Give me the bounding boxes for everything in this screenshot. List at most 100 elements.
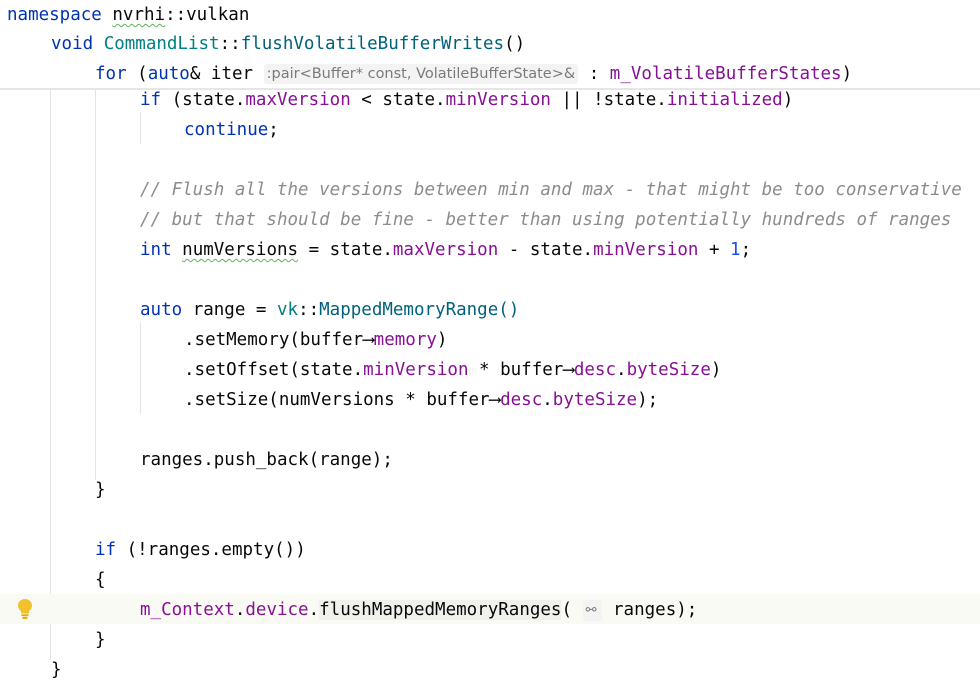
member-field[interactable]: desc	[574, 360, 616, 380]
member-field[interactable]: device	[245, 600, 308, 620]
indent-guide	[140, 322, 141, 414]
keyword: auto	[140, 300, 183, 320]
method-call[interactable]: flushMappedMemoryRanges	[319, 600, 562, 620]
code-line[interactable]: .setSize(numVersions * buffer⟶desc.byteS…	[184, 385, 658, 415]
code-text: )	[782, 90, 794, 110]
member-field[interactable]: minVersion	[593, 240, 698, 260]
member-field[interactable]: initialized	[667, 90, 783, 110]
closing-brace: }	[51, 660, 62, 680]
comment: // but that should be fine - better than…	[140, 210, 952, 230]
indent-guide	[95, 90, 96, 480]
code-text: & iter	[189, 64, 264, 84]
keyword: if	[95, 540, 117, 560]
member-field[interactable]: desc	[500, 390, 542, 410]
keyword: continue	[184, 120, 269, 140]
opening-brace: {	[95, 570, 106, 590]
member-field[interactable]: minVersion	[363, 360, 468, 380]
code-line[interactable]: .setMemory(buffer⟶memory)	[184, 325, 447, 355]
code-text: ranges.push_back(range);	[140, 450, 393, 470]
code-text: )	[841, 64, 853, 84]
code-text: < state.	[350, 90, 446, 110]
code-text: = state.	[298, 240, 393, 260]
code-line[interactable]: if (!ranges.empty())	[95, 535, 306, 565]
arrow-operator: ⟶	[363, 330, 374, 350]
number-literal: 1	[730, 240, 741, 260]
code-text: .setMemory(buffer	[184, 330, 364, 350]
member-field[interactable]: minVersion	[446, 90, 551, 110]
code-text: .	[234, 600, 246, 620]
code-text: (state.	[161, 90, 246, 110]
code-line[interactable]: int numVersions = state.maxVersion - sta…	[140, 235, 751, 265]
code-line[interactable]: }	[95, 625, 106, 655]
code-text: ;	[268, 120, 279, 140]
code-editor[interactable]: namespace nvrhi::vulkan void CommandList…	[0, 0, 980, 694]
code-line[interactable]: continue;	[184, 115, 279, 145]
code-text: );	[637, 390, 659, 410]
indent-guide	[50, 90, 51, 660]
keyword: void	[51, 34, 94, 54]
member-field[interactable]: byteSize	[627, 360, 711, 380]
namespace-name[interactable]: vk	[277, 300, 298, 320]
class-name[interactable]: CommandList	[104, 34, 220, 54]
code-text: (!ranges.empty())	[116, 540, 306, 560]
sticky-line-method[interactable]: void CommandList::flushVolatileBufferWri…	[0, 29, 980, 59]
code-line[interactable]: ranges.push_back(range);	[140, 445, 393, 475]
arrow-operator: ⟶	[563, 360, 574, 380]
lightbulb-icon[interactable]	[15, 597, 35, 621]
arrow-operator: ⟶	[489, 390, 501, 410]
method-name[interactable]: flushVolatileBufferWrites	[241, 34, 504, 54]
comment: // Flush all the versions between min an…	[140, 180, 962, 200]
member-field[interactable]: maxVersion	[245, 90, 350, 110]
code-line: for (auto& iter :pair<Buffer* const, Vol…	[95, 59, 852, 89]
keyword: if	[140, 90, 162, 110]
code-text: - state.	[498, 240, 594, 260]
closing-brace: }	[95, 630, 106, 650]
code-line: namespace nvrhi::vulkan	[7, 0, 249, 30]
type-inlay-hint[interactable]: :pair<Buffer* const, VolatileBufferState…	[263, 64, 579, 84]
code-text: )	[710, 360, 722, 380]
sticky-line-for[interactable]: for (auto& iter :pair<Buffer* const, Vol…	[0, 59, 980, 89]
sticky-separator	[0, 88, 980, 90]
member-field[interactable]: byteSize	[553, 390, 637, 410]
code-text: :	[578, 64, 610, 84]
code-line-current[interactable]: m_Context.device.flushMappedMemoryRanges…	[140, 595, 697, 625]
constructor-call[interactable]: MappedMemoryRange()	[319, 300, 519, 320]
member-field[interactable]: maxVersion	[393, 240, 498, 260]
keyword: for	[95, 64, 127, 84]
code-text: +	[698, 240, 731, 260]
member-field[interactable]: memory	[374, 330, 437, 350]
code-text: (	[126, 64, 148, 84]
code-text: ranges);	[613, 600, 698, 620]
code-line: void CommandList::flushVolatileBufferWri…	[51, 29, 525, 59]
code-line[interactable]: {	[95, 565, 106, 595]
namespace-name[interactable]: vulkan	[186, 5, 249, 25]
keyword: int	[140, 240, 172, 260]
code-text: .	[542, 390, 553, 410]
code-text: .setOffset(state.	[184, 360, 364, 380]
code-line[interactable]: }	[95, 475, 106, 505]
code-text: (	[561, 600, 573, 620]
code-text: range =	[182, 300, 277, 320]
code-text: .setSize(numVersions * buffer	[184, 390, 490, 410]
indent-guide	[140, 112, 141, 144]
code-text: || !state.	[550, 90, 667, 110]
variable-name[interactable]: numVersions	[182, 240, 298, 260]
code-text: .	[308, 600, 320, 620]
scope-operator: ::	[298, 300, 320, 320]
code-text: ;	[740, 240, 752, 260]
scope-operator: ::	[219, 34, 241, 54]
member-field[interactable]: m_Context	[140, 600, 235, 620]
code-text: * buffer	[468, 360, 564, 380]
parens: ()	[504, 34, 526, 54]
namespace-name[interactable]: nvrhi	[112, 5, 165, 25]
member-field[interactable]: m_VolatileBufferStates	[610, 64, 842, 84]
code-text: .	[616, 360, 627, 380]
code-line[interactable]: // but that should be fine - better than…	[140, 205, 951, 235]
sticky-line-namespace[interactable]: namespace nvrhi::vulkan	[0, 0, 980, 30]
keyword: namespace	[7, 5, 102, 25]
code-line[interactable]: }	[51, 655, 62, 685]
code-line[interactable]: auto range = vk::MappedMemoryRange()	[140, 295, 519, 325]
link-icon: ⚯	[585, 603, 597, 618]
code-line[interactable]: .setOffset(state.minVersion * buffer⟶des…	[184, 355, 721, 385]
code-line[interactable]: // Flush all the versions between min an…	[140, 175, 962, 205]
